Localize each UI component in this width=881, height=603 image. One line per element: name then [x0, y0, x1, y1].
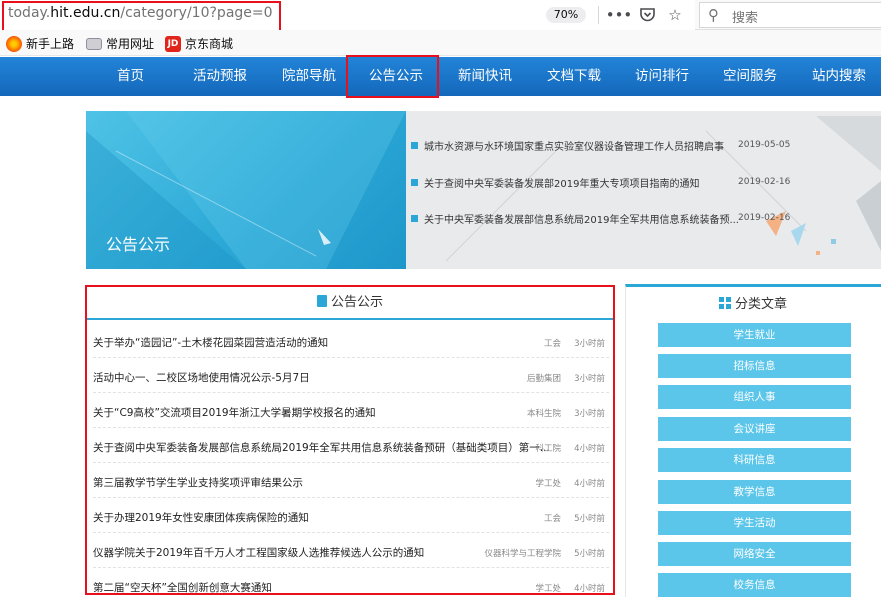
banner-item-title: 城市水资源与水环境国家重点实验室仪器设备管理工作人员招聘启事 — [424, 142, 724, 153]
firefox-icon — [6, 35, 22, 52]
category-button[interactable]: 组织人事 — [658, 385, 851, 409]
category-button[interactable]: 科研信息 — [658, 448, 851, 472]
bullet-icon — [411, 179, 418, 186]
sidebar-header: 分类文章 — [626, 293, 880, 312]
sidebar-title: 分类文章 — [734, 297, 787, 312]
bookmark-label: 常用网址 — [106, 37, 155, 51]
category-sidebar: 分类文章 学生就业 招标信息 组织人事 会议讲座 科研信息 教学信息 学生活动 … — [625, 284, 881, 597]
banner: 公告公示 城市水资源与水环境国家重点实验室仪器设备管理工作人员招聘启事 2019… — [86, 111, 881, 269]
category-button[interactable]: 教学信息 — [658, 480, 851, 504]
category-button[interactable]: 校务信息 — [658, 573, 851, 597]
bookmarks-bar: 新手上路 常用网址 JD 京东商城 — [0, 30, 881, 56]
bookmark-label: 新手上路 — [26, 37, 75, 51]
nav-item-events[interactable]: 活动预报 — [193, 57, 247, 96]
banner-item-date: 2019-02-16 — [738, 177, 791, 187]
nav-item-home[interactable]: 首页 — [117, 57, 144, 96]
nav-item-departments[interactable]: 院部导航 — [282, 57, 336, 96]
search-placeholder: 搜索 — [732, 11, 759, 26]
zoom-badge[interactable]: 70% — [546, 7, 586, 23]
bookmark-folder[interactable]: 常用网址 — [86, 35, 154, 52]
category-button[interactable]: 网络安全 — [658, 542, 851, 566]
nav-active-highlight — [346, 55, 439, 98]
grid-icon — [718, 297, 731, 309]
banner-item-date: 2019-02-16 — [738, 213, 791, 223]
banner-decoration — [445, 116, 881, 262]
search-input[interactable]: ⚲ 搜索 — [699, 2, 881, 28]
main-nav: 首页 活动预报 院部导航 公告公示 新闻快讯 文档下载 访问排行 空间服务 站内… — [0, 57, 881, 96]
banner-item[interactable]: 关于中央军委装备发展部信息系统局2019年全军共用信息系统装备预... — [411, 211, 739, 226]
bullet-icon — [411, 215, 418, 222]
bookmark-item[interactable]: 新手上路 — [6, 35, 74, 52]
nav-item-space[interactable]: 空间服务 — [723, 57, 777, 96]
nav-item-ranking[interactable]: 访问排行 — [635, 57, 689, 96]
category-button[interactable]: 学生就业 — [658, 323, 851, 347]
panel-highlight-box — [85, 285, 615, 595]
bullet-icon — [411, 142, 418, 149]
bookmark-item[interactable]: JD 京东商城 — [165, 35, 233, 52]
folder-icon — [86, 37, 102, 50]
more-dots-icon[interactable]: ••• — [606, 4, 633, 26]
jd-icon: JD — [165, 35, 181, 52]
banner-item-title: 关于中央军委装备发展部信息系统局2019年全军共用信息系统装备预... — [424, 215, 739, 226]
category-button[interactable]: 会议讲座 — [658, 417, 851, 441]
nav-item-search[interactable]: 站内搜索 — [812, 57, 866, 96]
url-highlight-box — [2, 1, 281, 33]
category-button[interactable]: 学生活动 — [658, 511, 851, 535]
search-icon: ⚲ — [708, 6, 719, 24]
toolbar-separator — [598, 6, 599, 24]
banner-item-title: 关于查阅中央军委装备发展部2019年重大专项项目指南的通知 — [424, 179, 700, 190]
banner-item-date: 2019-05-05 — [738, 140, 791, 150]
category-button[interactable]: 招标信息 — [658, 354, 851, 378]
star-icon[interactable]: ☆ — [664, 4, 686, 26]
nav-item-downloads[interactable]: 文档下载 — [547, 57, 601, 96]
pocket-icon[interactable] — [636, 4, 658, 26]
bookmark-label: 京东商城 — [185, 37, 234, 51]
banner-item[interactable]: 城市水资源与水环境国家重点实验室仪器设备管理工作人员招聘启事 — [411, 138, 724, 153]
nav-item-news[interactable]: 新闻快讯 — [458, 57, 512, 96]
banner-item[interactable]: 关于查阅中央军委装备发展部2019年重大专项项目指南的通知 — [411, 175, 699, 190]
